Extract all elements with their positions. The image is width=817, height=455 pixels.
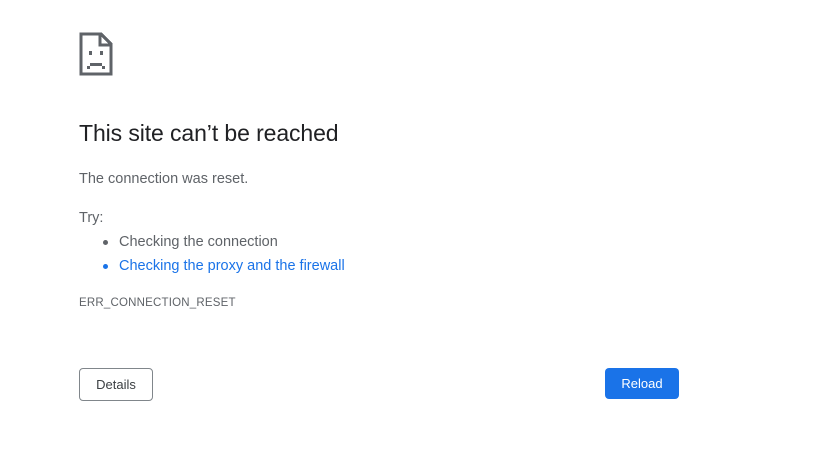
suggestion-label: Checking the connection xyxy=(119,234,278,250)
reload-button[interactable]: Reload xyxy=(605,368,679,399)
check-proxy-firewall-link[interactable]: Checking the proxy and the firewall xyxy=(119,258,345,274)
error-message: The connection was reset. xyxy=(79,171,249,187)
sad-page-icon xyxy=(79,32,113,76)
try-label: Try: xyxy=(79,210,104,226)
error-page: This site can’t be reached The connectio… xyxy=(0,0,817,455)
details-button[interactable]: Details xyxy=(79,368,153,401)
suggestion-list: Checking the connection Checking the pro… xyxy=(79,232,345,280)
suggestion-item-check-connection: Checking the connection xyxy=(103,232,345,256)
suggestion-item-check-proxy[interactable]: Checking the proxy and the firewall xyxy=(103,256,345,280)
page-title: This site can’t be reached xyxy=(79,120,339,146)
error-code: ERR_CONNECTION_RESET xyxy=(79,297,236,309)
